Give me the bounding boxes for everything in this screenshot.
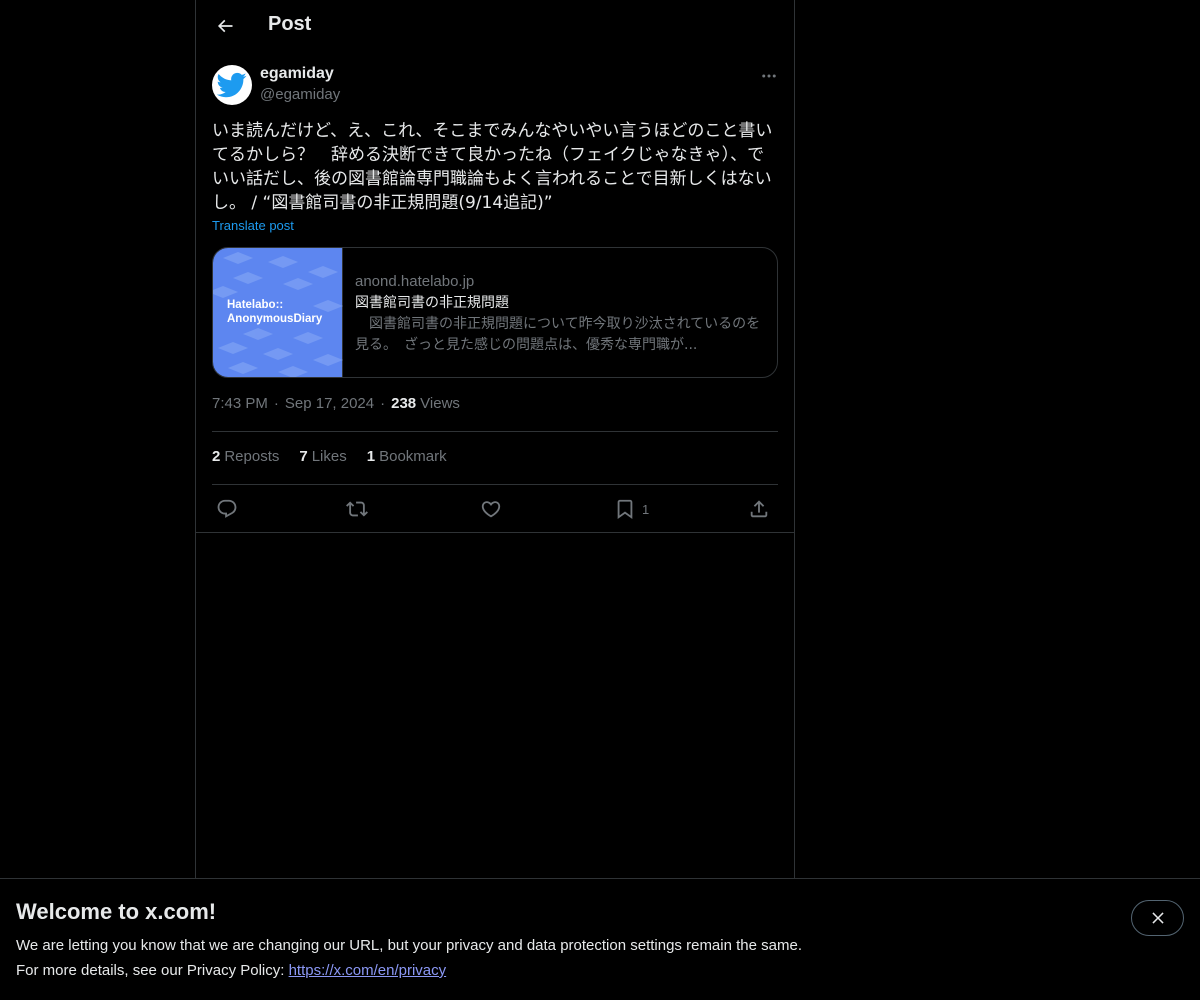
meta-separator: · (380, 395, 386, 412)
user-handle[interactable]: @egamiday (260, 86, 340, 103)
post-date[interactable]: Sep 17, 2024 (285, 395, 374, 412)
more-dots-icon (762, 74, 776, 78)
display-name[interactable]: egamiday (260, 65, 334, 83)
post-text: いま読んだけど、え、これ、そこまでみんなやいやい言うほどのこと書いてるかしら？ … (212, 121, 773, 213)
engagement-stats: 2 Reposts 7 Likes 1 Bookmark (212, 448, 447, 465)
card-thumbnail: Hatelabo:: AnonymousDiary (213, 248, 343, 377)
page-title: Post (268, 13, 312, 35)
share-icon (750, 500, 768, 518)
bookmark-icon (617, 499, 633, 520)
reposts-stat[interactable]: 2 Reposts (212, 448, 279, 465)
bookmark-count: 1 (642, 501, 650, 517)
reply-icon (217, 499, 237, 518)
reply-button[interactable] (216, 494, 238, 524)
divider (212, 431, 778, 432)
share-button[interactable] (748, 494, 770, 524)
like-icon (481, 501, 501, 518)
back-button[interactable] (208, 9, 242, 43)
card-title: 図書館司書の非正規問題 (355, 295, 509, 311)
action-bar: 1 (212, 494, 778, 524)
meta-separator: · (273, 395, 279, 412)
bird-icon (217, 72, 247, 98)
post-column: Post egamiday @egamiday いま読んだけど、え、これ、そこま… (195, 0, 795, 1000)
views-label: Views (420, 395, 460, 412)
post-meta: 7:43 PM · Sep 17, 2024 · 238 Views (212, 395, 460, 412)
arrow-left-icon (217, 19, 233, 33)
card-thumbnail-logo: Hatelabo:: AnonymousDiary (227, 299, 323, 325)
divider (196, 532, 794, 533)
more-button[interactable] (744, 64, 778, 88)
card-domain: anond.hatelabo.jp (355, 273, 475, 290)
bookmark-button[interactable]: 1 (614, 494, 649, 524)
banner-privacy-line: For more details, see our Privacy Policy… (16, 962, 446, 979)
card-description: 図書館司書の非正規問題について昨今取り沙汰されているのを見る。 ざっと見た感じの… (355, 316, 761, 353)
likes-stat[interactable]: 7 Likes (299, 448, 346, 465)
banner-message: We are letting you know that we are chan… (16, 937, 802, 954)
post-header: Post (196, 0, 794, 53)
avatar[interactable] (212, 65, 252, 105)
divider (212, 484, 778, 485)
repost-icon (346, 501, 368, 517)
card-body: anond.hatelabo.jp 図書館司書の非正規問題 図書館司書の非正規問… (343, 248, 777, 377)
repost-button[interactable] (346, 494, 368, 524)
banner-title: Welcome to x.com! (16, 899, 217, 924)
views-count[interactable]: 238 (391, 395, 416, 412)
welcome-banner: Welcome to x.com! We are letting you kno… (0, 878, 1200, 1000)
banner-privacy-prefix: For more details, see our Privacy Policy… (16, 962, 289, 979)
privacy-policy-link[interactable]: https://x.com/en/privacy (289, 962, 447, 979)
author-row: egamiday @egamiday (212, 64, 778, 108)
post-time[interactable]: 7:43 PM (212, 395, 268, 412)
bookmarks-stat[interactable]: 1 Bookmark (367, 448, 447, 465)
close-banner-button[interactable] (1131, 900, 1184, 936)
link-card[interactable]: Hatelabo:: AnonymousDiary anond.hatelabo… (212, 247, 778, 378)
translate-post-link[interactable]: Translate post (212, 218, 294, 233)
close-icon (1151, 912, 1164, 924)
like-button[interactable] (480, 494, 502, 524)
